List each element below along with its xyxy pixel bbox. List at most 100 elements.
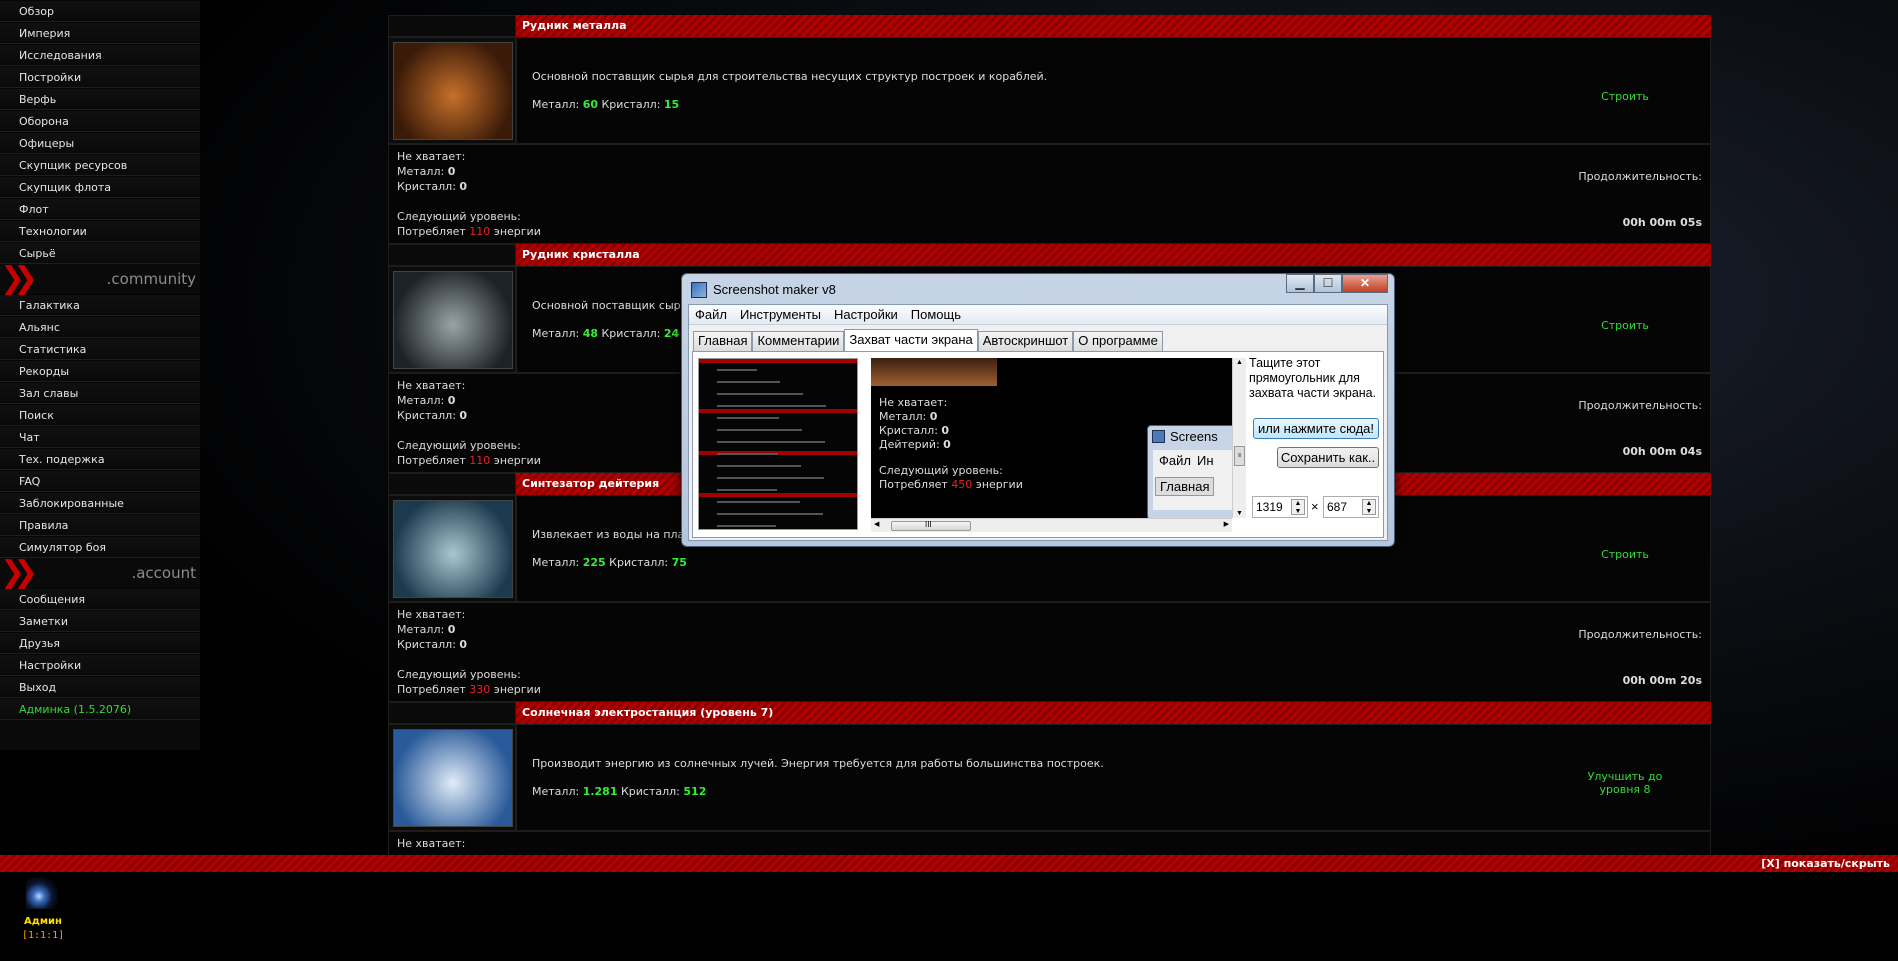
thumb-line bbox=[717, 525, 776, 527]
chevron-icon: ❯❯ bbox=[0, 261, 38, 296]
sidebar-item-сырьё[interactable]: Сырьё bbox=[0, 242, 200, 264]
building-title[interactable]: Рудник кристалла bbox=[516, 244, 1711, 266]
scroll-left-icon[interactable]: ◀ bbox=[874, 520, 879, 528]
sidebar-item-верфь[interactable]: Верфь bbox=[0, 88, 200, 110]
width-stepper[interactable]: 1319 ▲ ▼ bbox=[1252, 496, 1308, 518]
sidebar-item-альянс[interactable]: Альянс bbox=[0, 316, 200, 338]
preview-image bbox=[871, 358, 997, 386]
thumb-header-stripe bbox=[699, 359, 857, 363]
save-as-button[interactable]: Сохранить как.. bbox=[1277, 447, 1379, 468]
sidebar-item-галактика[interactable]: Галактика bbox=[0, 294, 200, 316]
sidebar-item-зал-славы[interactable]: Зал славы bbox=[0, 382, 200, 404]
sidebar-item-обзор[interactable]: Обзор bbox=[0, 0, 200, 22]
height-stepper[interactable]: 687 ▲ ▼ bbox=[1323, 496, 1379, 518]
menu-инструменты[interactable]: Инструменты bbox=[740, 307, 821, 322]
sidebar-item-технологии[interactable]: Технологии bbox=[0, 220, 200, 242]
building-image-frame bbox=[388, 37, 516, 144]
build-button[interactable]: Строить bbox=[1580, 90, 1670, 103]
thumb-header-stripe bbox=[699, 493, 857, 497]
sidebar-item-поиск[interactable]: Поиск bbox=[0, 404, 200, 426]
build-button[interactable]: Строить bbox=[1580, 548, 1670, 561]
sidebar-item-рекорды[interactable]: Рекорды bbox=[0, 360, 200, 382]
building-title[interactable]: Рудник металла bbox=[516, 15, 1711, 37]
missing-crystal: Кристалл: 0 bbox=[397, 180, 468, 193]
building-image[interactable] bbox=[393, 271, 513, 369]
building-requirements: Не хватает: Металл: 0 Кристалл: 0 Следую… bbox=[388, 144, 1711, 244]
sidebar-item-офицеры[interactable]: Офицеры bbox=[0, 132, 200, 154]
missing-crystal: Кристалл: 0 bbox=[397, 638, 468, 651]
duration-label: Продолжительность: bbox=[1578, 628, 1702, 641]
hscroll-thumb[interactable]: III bbox=[891, 520, 971, 531]
menu-файл[interactable]: Файл bbox=[695, 307, 727, 322]
stepper-arrows-icon[interactable]: ▲ ▼ bbox=[1291, 499, 1305, 515]
tab-комментарии[interactable]: Комментарии bbox=[752, 331, 845, 351]
sidebar-item-статистика[interactable]: Статистика bbox=[0, 338, 200, 360]
toggle-show-hide-link[interactable]: [X] показать/скрыть bbox=[1761, 857, 1890, 870]
thumb-line bbox=[717, 441, 825, 443]
vertical-scrollbar[interactable]: ▲ ≡ ▼ bbox=[1232, 358, 1246, 518]
building-description: Производит энергию из солнечных лучей. Э… bbox=[532, 757, 1104, 770]
tab-автоскриншот[interactable]: Автоскриншот bbox=[977, 331, 1074, 351]
scroll-up-icon[interactable]: ▲ bbox=[1236, 359, 1243, 366]
building-image[interactable] bbox=[393, 729, 513, 827]
thumb-line bbox=[717, 429, 802, 431]
sidebar-item-сообщения[interactable]: Сообщения bbox=[0, 588, 200, 610]
sidebar-item-скупщик-флота[interactable]: Скупщик флота bbox=[0, 176, 200, 198]
sidebar-item-faq[interactable]: FAQ bbox=[0, 470, 200, 492]
sidebar-item-исследования[interactable]: Исследования bbox=[0, 44, 200, 66]
scroll-right-icon[interactable]: ▶ bbox=[1224, 520, 1229, 528]
scroll-down-icon[interactable]: ▼ bbox=[1236, 510, 1243, 517]
horizontal-scrollbar[interactable]: ◀ III ▶ bbox=[871, 518, 1232, 532]
scroll-thumb[interactable]: ≡ bbox=[1234, 446, 1245, 466]
preview-metal: Металл: 0 bbox=[879, 410, 938, 423]
building-title[interactable]: Солнечная электростанция (уровень 7) bbox=[516, 702, 1711, 724]
sidebar-item-admin[interactable]: Админка (1.5.2076) bbox=[0, 698, 200, 720]
window-client: Файл Инструменты Настройки Помощь Главная Ко… bbox=[688, 304, 1388, 541]
building-info: Производит энергию из солнечных лучей. Э… bbox=[516, 724, 1711, 831]
stepper-arrows-icon[interactable]: ▲ ▼ bbox=[1362, 499, 1376, 515]
tab-главная[interactable]: Главная bbox=[693, 331, 753, 351]
maximize-icon[interactable]: ☐ bbox=[1314, 274, 1342, 293]
building-image-frame bbox=[388, 724, 516, 831]
menu-помощь[interactable]: Помощь bbox=[911, 307, 961, 322]
mini-title: Screens bbox=[1170, 429, 1218, 444]
missing-label: Не хватает: bbox=[397, 150, 466, 163]
sidebar-item-симулятор-боя[interactable]: Симулятор боя bbox=[0, 536, 200, 558]
building-image[interactable] bbox=[393, 500, 513, 598]
tab-о-программе[interactable]: О программе bbox=[1073, 331, 1163, 351]
missing-block: Не хватает: Металл: 0 Кристалл: 0 bbox=[397, 149, 467, 194]
section-community-label: .community bbox=[106, 270, 196, 288]
sidebar-item-оборона[interactable]: Оборона bbox=[0, 110, 200, 132]
build-button[interactable]: Улучшить до уровня 8 bbox=[1580, 770, 1670, 796]
preview-deut: Дейтерий: 0 bbox=[879, 438, 951, 451]
sidebar-item-империя[interactable]: Империя bbox=[0, 22, 200, 44]
sidebar-item-правила[interactable]: Правила bbox=[0, 514, 200, 536]
sidebar-item-скупщик-ресурсов[interactable]: Скупщик ресурсов bbox=[0, 154, 200, 176]
thumb-line bbox=[717, 453, 778, 455]
build-time: 00h 00m 04s bbox=[1622, 445, 1702, 458]
sidebar-item-чат[interactable]: Чат bbox=[0, 426, 200, 448]
build-button[interactable]: Строить bbox=[1580, 319, 1670, 332]
hint-text: Тащите этот прямоугольник для захвата ча… bbox=[1249, 356, 1377, 400]
sidebar-item-постройки[interactable]: Постройки bbox=[0, 66, 200, 88]
building-image-frame bbox=[388, 266, 516, 373]
close-icon[interactable]: ✕ bbox=[1342, 274, 1388, 293]
player-name[interactable]: Админ bbox=[24, 916, 62, 927]
page-thumbnail[interactable] bbox=[698, 358, 858, 530]
build-time: 00h 00m 05s bbox=[1622, 216, 1702, 229]
sidebar-item-заметки[interactable]: Заметки bbox=[0, 610, 200, 632]
avatar[interactable] bbox=[26, 877, 58, 909]
tab-захват-части-экрана[interactable]: Захват части экрана bbox=[844, 329, 978, 352]
sidebar-item-флот[interactable]: Флот bbox=[0, 198, 200, 220]
sidebar-item-настройки[interactable]: Настройки bbox=[0, 654, 200, 676]
sidebar-item-тех-подержка[interactable]: Тех. подержка bbox=[0, 448, 200, 470]
capture-click-button[interactable]: или нажмите сюда! bbox=[1253, 418, 1379, 439]
header-spacer bbox=[388, 473, 516, 495]
sidebar-item-заблокированные[interactable]: Заблокированные bbox=[0, 492, 200, 514]
building-image[interactable] bbox=[393, 42, 513, 140]
menu-настройки[interactable]: Настройки bbox=[834, 307, 898, 322]
minimize-icon[interactable]: ▁ bbox=[1286, 274, 1314, 293]
capture-preview[interactable]: Не хватает: Металл: 0 Кристалл: 0 Дейтер… bbox=[871, 358, 1232, 518]
sidebar-item-друзья[interactable]: Друзья bbox=[0, 632, 200, 654]
sidebar-item-выход[interactable]: Выход bbox=[0, 676, 200, 698]
